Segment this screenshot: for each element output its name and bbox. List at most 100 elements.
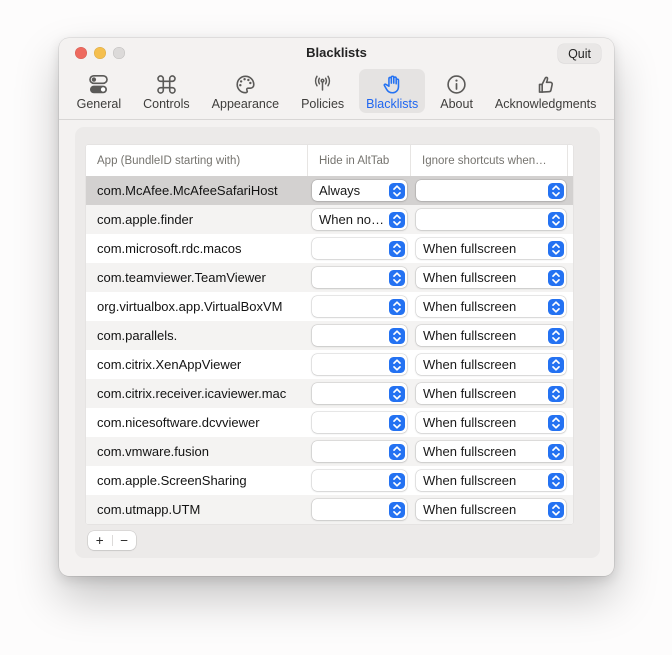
tab-label: Appearance [212,97,279,111]
hide-popup[interactable]: Always [312,180,407,201]
palette-icon [234,72,257,96]
ignore-popup[interactable]: When fullscreen [416,470,566,491]
add-remove-control: + − [88,531,136,550]
popup-chevron-icon [389,357,405,373]
table-row[interactable]: com.citrix.XenAppViewer When fullscreen [86,350,573,379]
app-bundle-id: com.utmapp.UTM [86,502,308,517]
tab-label: Controls [143,97,190,111]
hide-popup[interactable] [312,325,407,346]
app-bundle-id: com.vmware.fusion [86,444,308,459]
ignore-popup[interactable] [416,209,566,230]
table-row[interactable]: org.virtualbox.app.VirtualBoxVM When full… [86,292,573,321]
tab-label: General [77,97,121,111]
ignore-popup[interactable]: When fullscreen [416,499,566,520]
column-header: Ignore shortcuts when… [411,145,568,176]
quit-button[interactable]: Quit [558,44,601,63]
hide-popup[interactable] [312,470,407,491]
ignore-popup[interactable]: When fullscreen [416,354,566,375]
table-row[interactable]: com.utmapp.UTM When fullscreen [86,495,573,524]
tab-label: Policies [301,97,344,111]
hide-popup[interactable] [312,499,407,520]
popup-chevron-icon [548,357,564,373]
preferences-window: Blacklists Quit General Controls Appearanc… [59,38,614,576]
popup-chevron-icon [548,299,564,315]
popup-value: When no… [319,212,384,227]
tab-about[interactable]: About [433,69,480,113]
hide-popup[interactable] [312,354,407,375]
popup-chevron-icon [389,212,405,228]
tab-policies[interactable]: Policies [294,69,351,113]
hide-popup[interactable] [312,238,407,259]
popup-chevron-icon [389,328,405,344]
antenna-icon [311,72,334,96]
hide-popup[interactable] [312,441,407,462]
app-bundle-id: org.virtualbox.app.VirtualBoxVM [86,299,308,314]
tab-acknowledgments[interactable]: Acknowledgments [488,69,603,113]
app-bundle-id: com.parallels. [86,328,308,343]
popup-value: When fullscreen [423,357,516,372]
popup-chevron-icon [389,386,405,402]
app-bundle-id: com.citrix.XenAppViewer [86,357,308,372]
toggles-icon [87,72,110,96]
tab-appearance[interactable]: Appearance [205,69,286,113]
ignore-popup[interactable]: When fullscreen [416,412,566,433]
hide-popup[interactable] [312,412,407,433]
app-bundle-id: com.apple.ScreenSharing [86,473,308,488]
command-icon [155,72,178,96]
table-header: App (BundleID starting with)Hide in AltT… [86,145,573,176]
tab-label: Acknowledgments [495,97,596,111]
app-bundle-id: com.apple.finder [86,212,308,227]
table-row[interactable]: com.apple.finder When no… [86,205,573,234]
table-row[interactable]: com.McAfee.McAfeeSafariHost Always [86,176,573,205]
table-row[interactable]: com.teamviewer.TeamViewer When fullscreen [86,263,573,292]
table-row[interactable]: com.microsoft.rdc.macos When fullscreen [86,234,573,263]
toolbar-tabs: General Controls Appearance Policies Blackli… [59,65,614,119]
ignore-popup[interactable]: When fullscreen [416,296,566,317]
table-row[interactable]: com.apple.ScreenSharing When fullscreen [86,466,573,495]
app-bundle-id: com.McAfee.McAfeeSafariHost [86,183,308,198]
app-bundle-id: com.citrix.receiver.icaviewer.mac [86,386,308,401]
tab-general[interactable]: General [70,69,128,113]
popup-chevron-icon [389,502,405,518]
ignore-popup[interactable]: When fullscreen [416,383,566,404]
popup-chevron-icon [389,241,405,257]
hand-icon [381,72,404,96]
table-row[interactable]: com.citrix.receiver.icaviewer.mac When fu… [86,379,573,408]
table-row[interactable]: com.nicesoftware.dcvviewerWhen fullscree… [86,408,573,437]
popup-value: Always [319,183,360,198]
hide-popup[interactable] [312,296,407,317]
app-bundle-id: com.teamviewer.TeamViewer [86,270,308,285]
popup-value: When fullscreen [423,270,516,285]
column-header: Hide in AltTab [308,145,411,176]
popup-value: When fullscreen [423,502,516,517]
ignore-popup[interactable]: When fullscreen [416,441,566,462]
tab-controls[interactable]: Controls [136,69,197,113]
popup-chevron-icon [548,386,564,402]
popup-chevron-icon [389,444,405,460]
add-row-button[interactable]: + [88,532,112,550]
popup-chevron-icon [548,270,564,286]
ignore-popup[interactable]: When fullscreen [416,325,566,346]
popup-value: When fullscreen [423,415,516,430]
remove-row-button[interactable]: − [113,532,137,550]
popup-chevron-icon [548,183,564,199]
hide-popup[interactable] [312,267,407,288]
hide-popup[interactable]: When no… [312,209,407,230]
popup-chevron-icon [548,502,564,518]
content-panel: App (BundleID starting with)Hide in AltT… [75,127,600,558]
table-row[interactable]: com.vmware.fusion When fullscreen [86,437,573,466]
ignore-popup[interactable]: When fullscreen [416,267,566,288]
hide-popup[interactable] [312,383,407,404]
popup-value: When fullscreen [423,328,516,343]
popup-chevron-icon [548,473,564,489]
popup-value: When fullscreen [423,299,516,314]
popup-chevron-icon [548,212,564,228]
app-bundle-id: com.microsoft.rdc.macos [86,241,308,256]
table-row[interactable]: com.parallels. When fullscreen [86,321,573,350]
ignore-popup[interactable]: When fullscreen [416,238,566,259]
column-header: App (BundleID starting with) [86,145,308,176]
ignore-popup[interactable] [416,180,566,201]
popup-value: When fullscreen [423,444,516,459]
toolbar-separator [59,119,614,120]
tab-blacklists[interactable]: Blacklists [359,69,425,113]
